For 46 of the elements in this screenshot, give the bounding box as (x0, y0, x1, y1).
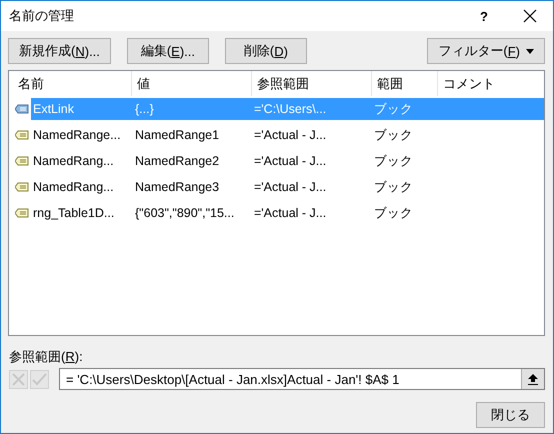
table-cell-text: ='Actual - J... (253, 180, 328, 194)
refers-to-field[interactable]: = 'C:\Users\Desktop\[Actual - Jan.xlsx]Actual - Jan'! $A$ 1 (59, 368, 545, 390)
toolbar-button[interactable]: 新規作成(N)... (8, 38, 111, 64)
column-header[interactable]: 名前 (9, 71, 132, 96)
table-cell-text: NamedRange3 (134, 180, 220, 194)
table-cell-text: {"603","890","15... (134, 206, 236, 220)
help-button[interactable]: ? (461, 8, 507, 24)
close-button[interactable]: 閉じる (476, 402, 545, 428)
close-icon[interactable] (523, 9, 537, 23)
toolbar-button[interactable]: 編集(E)... (126, 38, 209, 64)
table-cell-text: ブック (373, 152, 414, 170)
table-cell-text: ='C:\Users\... (253, 102, 328, 116)
filter-button[interactable]: フィルター(F) (427, 38, 545, 64)
column-header[interactable]: 値 (132, 71, 252, 96)
table-cell-text: ブック (373, 126, 414, 144)
table-cell-text: ='Actual - J... (253, 128, 328, 142)
toolbar-button[interactable]: 削除(D) (224, 38, 307, 64)
tag-icon (15, 182, 29, 192)
table-cell-text: ブック (373, 204, 414, 222)
column-header[interactable]: コメント (438, 71, 544, 96)
column-header[interactable]: 範囲 (372, 71, 438, 96)
column-header[interactable]: 参照範囲 (252, 71, 372, 96)
table-cell-text: ブック (373, 178, 414, 196)
tag-icon (15, 130, 29, 140)
table-cell-text: ='Actual - J... (253, 206, 328, 220)
collapse-icon[interactable] (528, 374, 538, 384)
window-title: 名前の管理 (9, 7, 75, 25)
table-cell-text: ブック (373, 100, 414, 118)
table-cell-text: NamedRange2 (134, 154, 220, 168)
table-cell-text: rng_Table1D... (32, 206, 116, 220)
tag-icon (15, 156, 29, 166)
list-row[interactable]: NamedRange... NamedRange1 ='Actual - J... ブック (31, 124, 544, 146)
table-cell-text: NamedRange... (32, 128, 122, 142)
table-cell-text: NamedRang... (32, 180, 115, 194)
list-row[interactable]: NamedRang... NamedRange2 ='Actual - J... ブック (31, 150, 544, 172)
field-label: 参照範囲(R): (9, 349, 83, 364)
table-cell-text: NamedRange1 (134, 128, 220, 142)
caret-icon (526, 48, 534, 54)
table-cell-text: {...} (134, 102, 155, 116)
list-row[interactable]: rng_Table1D... {"603","890","15... ='Actual - J... ブック (31, 202, 544, 224)
tag-icon (15, 104, 29, 114)
table-cell-text: ='Actual - J... (253, 154, 328, 168)
tag-icon (15, 208, 29, 218)
list-row[interactable]: NamedRang... NamedRange3 ='Actual - J... ブック (31, 176, 544, 198)
table-cell-text: ExtLink (32, 102, 75, 116)
table-cell-text: NamedRang... (32, 154, 115, 168)
